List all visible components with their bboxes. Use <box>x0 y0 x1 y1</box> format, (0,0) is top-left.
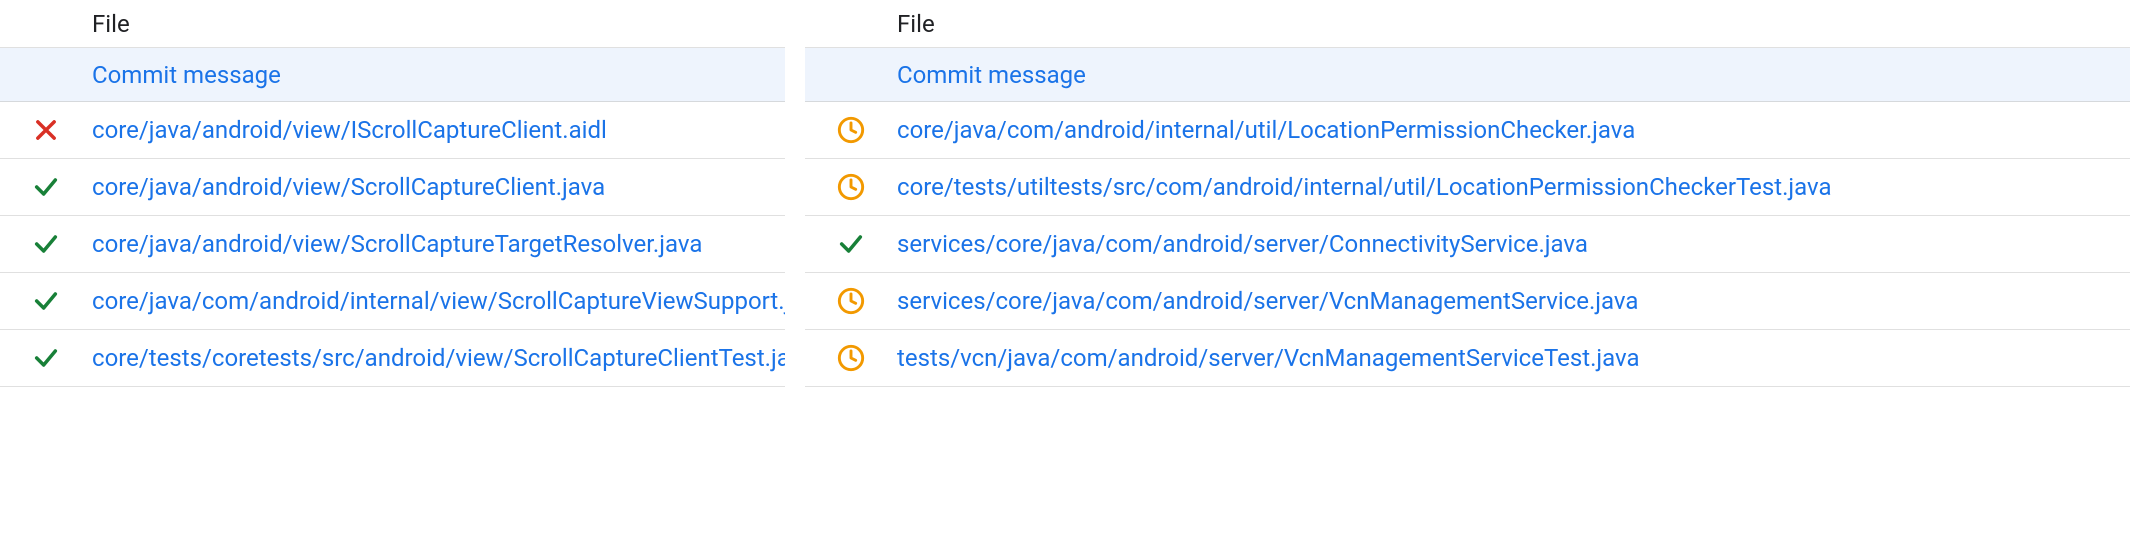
status-cell <box>0 344 92 372</box>
file-path-link[interactable]: core/java/com/android/internal/util/Loca… <box>897 116 1635 144</box>
commit-message-link[interactable]: Commit message <box>92 61 281 89</box>
clock-icon <box>837 173 865 201</box>
check-icon <box>32 230 60 258</box>
x-icon <box>32 116 60 144</box>
status-cell <box>0 287 92 315</box>
file-path-link[interactable]: tests/vcn/java/com/android/server/VcnMan… <box>897 344 1640 372</box>
table-header-row: File <box>805 0 2130 48</box>
file-row[interactable]: core/java/android/view/ScrollCaptureClie… <box>0 159 785 216</box>
file-path-link[interactable]: core/java/com/android/internal/view/Scro… <box>92 287 785 315</box>
file-path-link[interactable]: services/core/java/com/android/server/Co… <box>897 230 1588 258</box>
check-icon <box>837 230 865 258</box>
status-cell <box>0 230 92 258</box>
file-row[interactable]: core/tests/coretests/src/android/view/Sc… <box>0 330 785 387</box>
file-path-link[interactable]: core/java/android/view/ScrollCaptureClie… <box>92 173 605 201</box>
clock-icon <box>837 287 865 315</box>
file-row[interactable]: core/java/com/android/internal/view/Scro… <box>0 273 785 330</box>
file-row[interactable]: core/tests/utiltests/src/com/android/int… <box>805 159 2130 216</box>
table-header-row: File <box>0 0 785 48</box>
panel-gap <box>785 0 805 552</box>
file-path-link[interactable]: core/java/android/view/ScrollCaptureTarg… <box>92 230 702 258</box>
file-row[interactable]: core/java/android/view/ScrollCaptureTarg… <box>0 216 785 273</box>
status-cell <box>805 344 897 372</box>
file-row[interactable]: services/core/java/com/android/server/Co… <box>805 216 2130 273</box>
file-row[interactable]: tests/vcn/java/com/android/server/VcnMan… <box>805 330 2130 387</box>
status-cell <box>805 287 897 315</box>
file-row[interactable]: core/java/com/android/internal/util/Loca… <box>805 102 2130 159</box>
file-path-link[interactable]: services/core/java/com/android/server/Vc… <box>897 287 1638 315</box>
clock-icon <box>837 116 865 144</box>
status-cell <box>805 230 897 258</box>
commit-message-link[interactable]: Commit message <box>897 61 1086 89</box>
status-cell <box>0 173 92 201</box>
commit-message-row[interactable]: Commit message <box>805 48 2130 102</box>
file-path-link[interactable]: core/tests/utiltests/src/com/android/int… <box>897 173 1832 201</box>
file-list-panel-right: File Commit message core/java/com/androi… <box>805 0 2130 552</box>
file-path-link[interactable]: core/java/android/view/IScrollCaptureCli… <box>92 116 607 144</box>
check-icon <box>32 287 60 315</box>
clock-icon <box>837 344 865 372</box>
status-cell <box>0 116 92 144</box>
check-icon <box>32 173 60 201</box>
status-cell <box>805 116 897 144</box>
status-cell <box>805 173 897 201</box>
file-row[interactable]: services/core/java/com/android/server/Vc… <box>805 273 2130 330</box>
file-row[interactable]: core/java/android/view/IScrollCaptureCli… <box>0 102 785 159</box>
file-column-header: File <box>897 10 2130 38</box>
commit-message-row[interactable]: Commit message <box>0 48 785 102</box>
file-list-panel-left: File Commit message core/java/android/vi… <box>0 0 785 552</box>
file-path-link[interactable]: core/tests/coretests/src/android/view/Sc… <box>92 344 785 372</box>
file-column-header: File <box>92 10 785 38</box>
check-icon <box>32 344 60 372</box>
